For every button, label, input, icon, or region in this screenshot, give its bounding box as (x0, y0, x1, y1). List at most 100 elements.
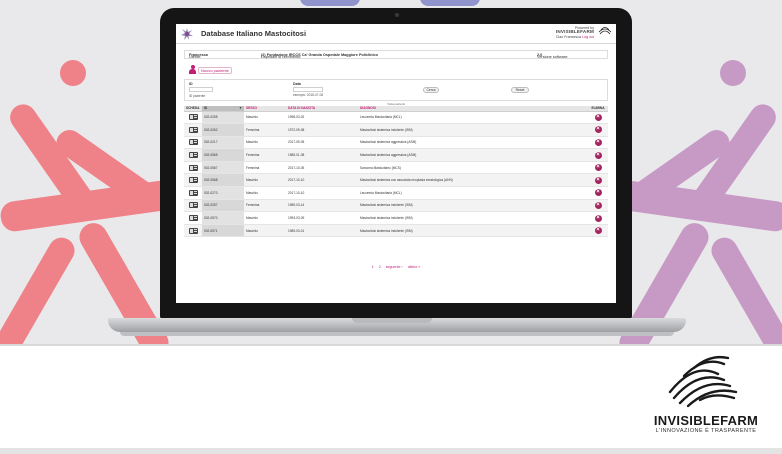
patient-dob: 1989-03-01 (286, 224, 358, 238)
patient-card-cell[interactable] (184, 161, 202, 175)
id-input[interactable] (189, 87, 213, 92)
delete-icon[interactable]: × (594, 151, 602, 159)
delete-icon[interactable]: × (594, 201, 602, 209)
date-input[interactable] (293, 87, 323, 92)
laptop-notch (352, 318, 432, 323)
patient-card-icon[interactable] (189, 189, 198, 196)
patient-id: 002-0262 (202, 123, 244, 137)
logout-link[interactable]: Log out (582, 35, 594, 39)
patient-sex: Maschio (244, 224, 286, 238)
blue-figure-2 (420, 0, 480, 6)
last-page-link[interactable]: ultimo » (408, 265, 421, 269)
table-row: 002-0217 Maschio 2017-09-05 Mastocitosi sis… (184, 136, 608, 150)
patient-card-cell[interactable] (184, 211, 202, 225)
add-person-icon (189, 65, 196, 74)
date-label: Data (293, 82, 301, 86)
patient-diagnosis: Mastocitosi sistemica indolente (ISM) (358, 123, 588, 137)
search-button[interactable]: Cerca (423, 87, 439, 93)
delete-cell[interactable]: × (588, 136, 608, 150)
patient-dob: 1985-01-08 (286, 148, 358, 162)
delete-cell[interactable]: × (588, 111, 608, 125)
bottom-edge (0, 448, 782, 454)
patient-id: 002-0571 (202, 224, 244, 238)
search-filter-panel: ID ID paziente Data esempio: 2018-07-06 … (184, 79, 608, 101)
date-hint: esempio: 2018-07-06 (293, 93, 324, 97)
user-info: Utente: Francesca (189, 53, 208, 59)
new-patient-button[interactable]: Nuovo paziente (189, 62, 232, 74)
table-row: 002-0565 Femmina 1985-01-08 Mastocitosi sis… (184, 148, 608, 162)
laptop-screen: Database Italiano Mastocitosi Powered by… (176, 24, 616, 303)
patient-sex: Maschio (244, 186, 286, 200)
patient-card-icon[interactable] (189, 227, 198, 234)
patient-diagnosis: Leucemia Mastocitaria (MCL) (358, 111, 588, 125)
patient-diagnosis: Sarcoma Mastocitario (MCS) (358, 161, 588, 175)
reset-button[interactable]: Reset (511, 87, 529, 93)
patient-card-icon[interactable] (189, 114, 198, 121)
patient-dob: 1972-09-08 (286, 123, 358, 137)
patient-card-icon[interactable] (189, 202, 198, 209)
app-header: Database Italiano Mastocitosi Powered by… (176, 24, 616, 44)
patient-dob: 1989-03-14 (286, 199, 358, 213)
session-info-bar: Utente: Francesca Ospedale di riferiment… (184, 50, 608, 59)
patient-card-icon[interactable] (189, 126, 198, 133)
patient-card-cell[interactable] (184, 136, 202, 150)
page-1-link[interactable]: 1 (372, 265, 374, 269)
patient-id: 002-0270 (202, 186, 244, 200)
patient-card-cell[interactable] (184, 186, 202, 200)
table-row: 002-0568 Maschio 2017-10-10 Mastocitosi sis… (184, 173, 608, 188)
table-row: 002-0571 Maschio 1989-03-01 Mastocitosi sis… (184, 224, 608, 238)
patient-card-cell[interactable] (184, 224, 202, 238)
patient-diagnosis: Mastocitosi sistemica indolente (ISM) (358, 211, 588, 225)
patient-sex: Femmina (244, 161, 286, 175)
patient-card-cell[interactable] (184, 173, 202, 188)
patient-sex: Maschio (244, 136, 286, 150)
patient-card-cell[interactable] (184, 148, 202, 162)
delete-icon[interactable]: × (594, 113, 602, 121)
delete-cell[interactable]: × (588, 148, 608, 162)
patient-card-cell[interactable] (184, 123, 202, 137)
delete-cell[interactable]: × (588, 199, 608, 213)
delete-cell[interactable]: × (588, 173, 608, 188)
delete-icon[interactable]: × (594, 126, 602, 134)
delete-cell[interactable]: × (588, 161, 608, 175)
delete-icon[interactable]: × (594, 227, 602, 235)
delete-cell[interactable]: × (588, 211, 608, 225)
patient-sex: Maschio (244, 211, 286, 225)
hospital-info: Ospedale di riferimento: (2) Fondazione … (261, 53, 378, 59)
patient-card-icon[interactable] (189, 215, 198, 222)
delete-cell[interactable]: × (588, 186, 608, 200)
patient-card-icon[interactable] (189, 177, 198, 184)
page-2-link[interactable]: 2 (379, 265, 381, 269)
patient-diagnosis: Mastocitosi sistemica indolente (ISM) (358, 199, 588, 213)
laptop-base-shadow (120, 332, 674, 336)
patient-diagnosis: Mastocitosi sistemica con associata neop… (358, 173, 588, 188)
patient-sex: Femmina (244, 148, 286, 162)
patient-id: 002-0255 (202, 111, 244, 125)
delete-icon[interactable]: × (594, 214, 602, 222)
patient-card-icon[interactable] (189, 152, 198, 159)
delete-cell[interactable]: × (588, 224, 608, 238)
patient-id: 002-0217 (202, 136, 244, 150)
delete-icon[interactable]: × (594, 164, 602, 172)
next-page-link[interactable]: seguente › (386, 265, 403, 269)
delete-cell[interactable]: × (588, 123, 608, 137)
patient-card-icon[interactable] (189, 164, 198, 171)
patient-diagnosis: Leucemia Mastocitaria (MCL) (358, 186, 588, 200)
patient-diagnosis: Mastocitosi sistemica aggressiva (ASM) (358, 148, 588, 162)
patient-dob: 1993-03-09 (286, 211, 358, 225)
brand-mini: Powered by INVISIBLEFARM Ciao Francesca … (556, 26, 594, 39)
patient-id: 002-0567 (202, 161, 244, 175)
patient-dob: 2017-10-05 (286, 161, 358, 175)
delete-icon[interactable]: × (594, 138, 602, 146)
company-tagline: L'INNOVAZIONE È TRASPARENTE (655, 428, 757, 434)
patient-card-cell[interactable] (184, 111, 202, 125)
patient-sex: Maschio (244, 111, 286, 125)
sort-desc-icon: ▼ (238, 106, 242, 111)
patient-card-cell[interactable] (184, 199, 202, 213)
delete-icon[interactable]: × (594, 176, 602, 184)
delete-icon[interactable]: × (594, 189, 602, 197)
table-row: 002-0567 Femmina 2017-10-05 Sarcoma Mastoci… (184, 161, 608, 175)
patient-sex: Femmina (244, 123, 286, 137)
version-info: Versione software: 2.0 (537, 53, 569, 59)
patient-card-icon[interactable] (189, 139, 198, 146)
